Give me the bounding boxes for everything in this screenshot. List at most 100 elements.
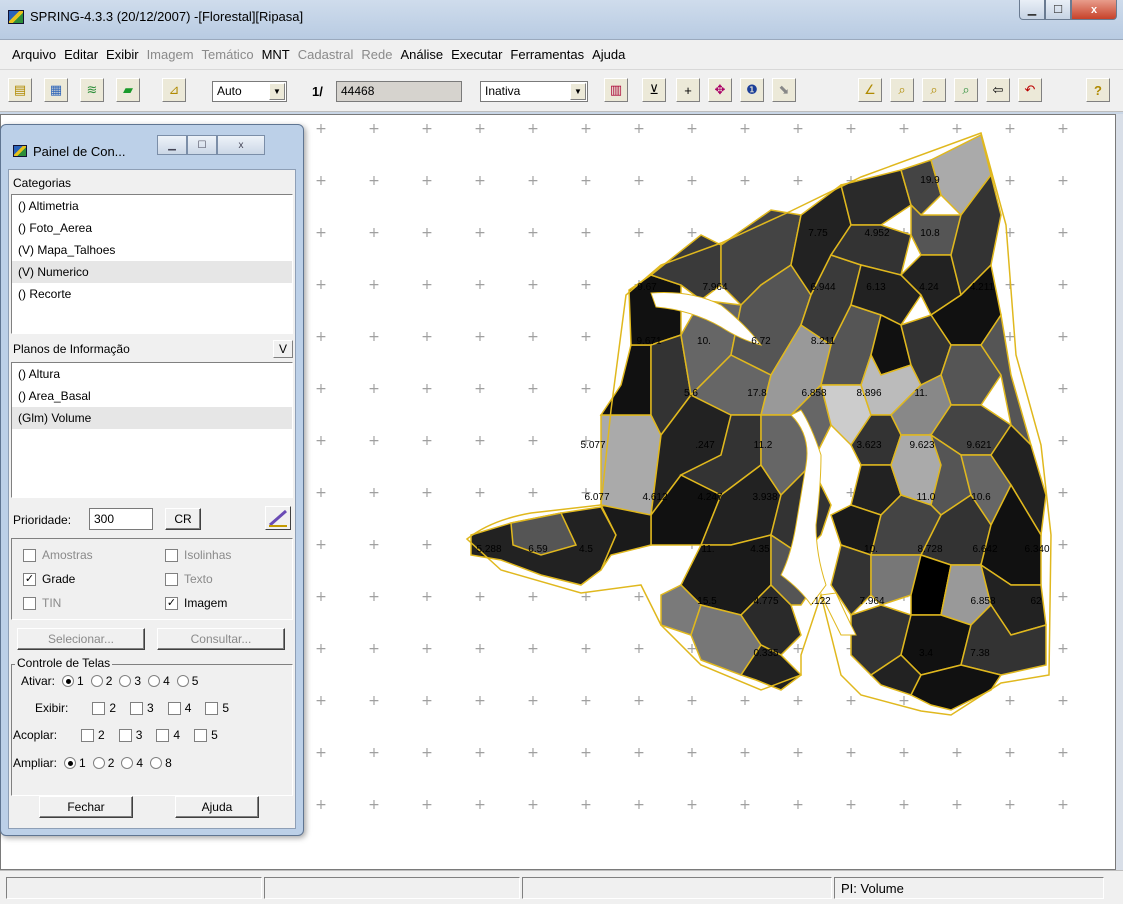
list-item[interactable]: () Area_Basal [12,385,292,407]
menu-executar[interactable]: Executar [451,47,502,62]
ativar-radio-3[interactable] [119,675,132,687]
edit-color-button[interactable] [265,506,291,530]
list-item[interactable]: () Altimetria [12,195,292,217]
acoplar-checkbox-3[interactable] [118,728,132,742]
menu-editar[interactable]: Editar [64,47,98,62]
zoom-mode-select[interactable]: Auto ▼ [212,81,287,102]
menu-exibir[interactable]: Exibir [106,47,139,62]
ajuda-button[interactable]: Ajuda [175,796,259,818]
checkbox-box [23,548,36,562]
zoom-full-button[interactable]: ⌕ [954,78,978,102]
state-select[interactable]: Inativa ▼ [480,81,588,102]
grid-cross-icon: + [474,433,486,449]
map-value-label: 8.896 [856,388,881,399]
exibir-checkbox-5[interactable] [205,701,219,715]
draw-button[interactable]: ⊿ [162,78,186,102]
back-button[interactable]: ⇦ [986,78,1010,102]
grid-cross-icon: + [421,381,433,397]
list-item[interactable]: (V) Mapa_Talhoes [12,239,292,261]
list-item[interactable]: () Altura [12,363,292,385]
edit-button[interactable]: ∠ [858,78,882,102]
fit-button[interactable]: ⊻ [642,78,666,102]
ampliar-radio-1[interactable] [64,757,77,769]
layers-button[interactable]: ≋ [80,78,104,102]
cr-button[interactable]: CR [165,508,201,530]
isolinhas-checkbox[interactable]: Isolinhas [165,548,231,562]
help-button[interactable]: ? [1086,78,1110,102]
fechar-button[interactable]: Fechar [39,796,133,818]
menu-tematico[interactable]: Temático [202,47,254,62]
ativar-radio-5[interactable] [176,675,189,687]
zoom-out-button[interactable]: ⌕ [922,78,946,102]
ativar-radio-1[interactable] [62,675,75,687]
list-item[interactable]: (V) Numerico [12,261,292,283]
acoplar-checkbox-5[interactable] [194,728,208,742]
grid-cross-icon: + [633,797,645,813]
amostras-checkbox[interactable]: Amostras [23,548,93,562]
menu-ajuda[interactable]: Ajuda [592,47,625,62]
map-value-label: 3.623 [856,440,881,451]
pan-button[interactable]: ✥ [708,78,732,102]
menu-mnt[interactable]: MNT [262,47,290,62]
consultar-button[interactable]: Consultar... [157,628,285,650]
grid-cross-icon: + [421,433,433,449]
polygon-button[interactable]: ▰ [116,78,140,102]
menu-arquivo[interactable]: Arquivo [12,47,56,62]
info-button[interactable]: ❶ [740,78,764,102]
acoplar-checkbox-2[interactable] [81,728,95,742]
exibir-checkbox-4[interactable] [167,701,181,715]
map-value-label: 10.6 [971,492,991,503]
texto-checkbox[interactable]: Texto [165,572,213,586]
list-item[interactable]: () Foto_Aerea [12,217,292,239]
minimize-button[interactable]: ▁ [1019,0,1045,20]
menu-ferramentas[interactable]: Ferramentas [510,47,584,62]
list-item[interactable]: () Recorte [12,283,292,305]
panel-title-bar[interactable]: Painel de Con... ▁ ☐ x [1,125,303,169]
panel-maximize-button[interactable]: ☐ [187,135,217,155]
grid-cross-icon: + [739,797,751,813]
close-button[interactable]: x [1071,0,1117,20]
grid-cross-icon: + [686,121,698,137]
categorias-list[interactable]: () Altimetria() Foto_Aerea (V) Mapa_Talho… [11,194,293,334]
maximize-button[interactable]: ☐ [1045,0,1071,20]
undo-button[interactable]: ↶ [1018,78,1042,102]
panel-close-button[interactable]: x [217,135,265,155]
project-button[interactable]: ▦ [44,78,68,102]
ativar-option-label: 5 [191,674,199,688]
menu-analise[interactable]: Análise [400,47,443,62]
ampliar-radio-4[interactable] [121,757,134,769]
palette-button[interactable]: ▥ [604,78,628,102]
list-item[interactable]: (Glm) Volume [12,407,292,429]
exibir-checkbox-2[interactable] [92,701,106,715]
checkbox-box [23,596,36,610]
planos-list[interactable]: () Altura() Area_Basal (Glm) Volume [11,362,293,498]
zoom-in-cross-button[interactable]: + [676,78,700,102]
menu-cadastral[interactable]: Cadastral [298,47,354,62]
database-button[interactable]: ▤ [8,78,32,102]
ativar-radio-4[interactable] [148,675,161,687]
menu-rede[interactable]: Rede [361,47,392,62]
grade-checkbox[interactable]: ✓ Grade [23,572,75,586]
panel-minimize-button[interactable]: ▁ [157,135,187,155]
map-value-label: 5.288 [476,544,501,555]
prioridade-input[interactable]: 300 [89,508,153,530]
scrollbar[interactable] [1116,114,1123,870]
grid-cross-icon: + [845,745,857,761]
tin-checkbox[interactable]: TIN [23,596,61,610]
ativar-radio-2[interactable] [90,675,103,687]
grid-cross-icon: + [315,693,327,709]
planos-v-button[interactable]: V [273,340,293,358]
scale-input[interactable]: 44468 [336,81,462,102]
control-panel-window[interactable]: Painel de Con... ▁ ☐ x Categorias () Alt… [0,124,304,836]
ampliar-radio-2[interactable] [92,757,105,769]
imagem-checkbox[interactable]: ✓ Imagem [165,596,227,610]
selecionar-button[interactable]: Selecionar... [17,628,145,650]
ampliar-radio-8[interactable] [150,757,163,769]
exibir-checkbox-3[interactable] [130,701,144,715]
zoom-area-button[interactable]: ⌕ [890,78,914,102]
menu-imagem[interactable]: Imagem [147,47,194,62]
cursor-button[interactable]: ⬊ [772,78,796,102]
grid-cross-icon: + [421,589,433,605]
title-bar[interactable]: SPRING-4.3.3 (20/12/2007) -[Florestal][R… [0,0,1123,40]
acoplar-checkbox-4[interactable] [156,728,170,742]
